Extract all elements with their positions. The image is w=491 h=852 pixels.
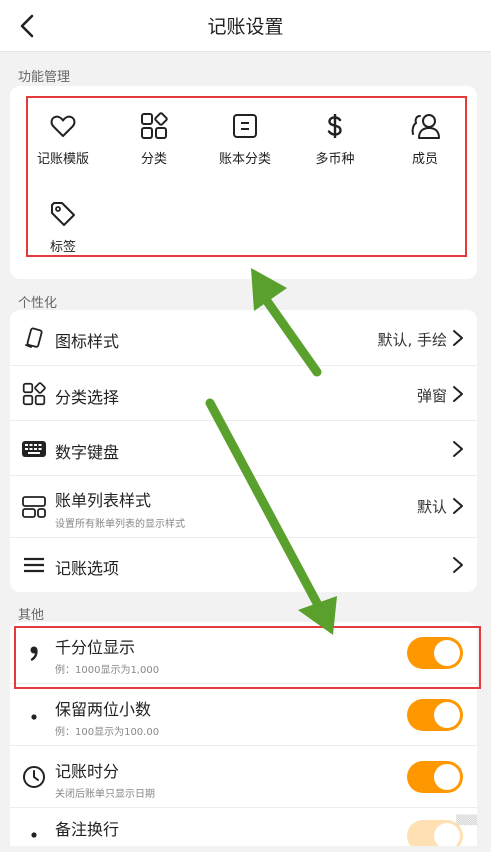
arrow-up-to-features	[251, 268, 322, 377]
annotation-arrows	[205, 268, 337, 635]
arrow-down-to-thousands	[205, 398, 337, 635]
watermark: ▒▒▒	[456, 816, 477, 826]
